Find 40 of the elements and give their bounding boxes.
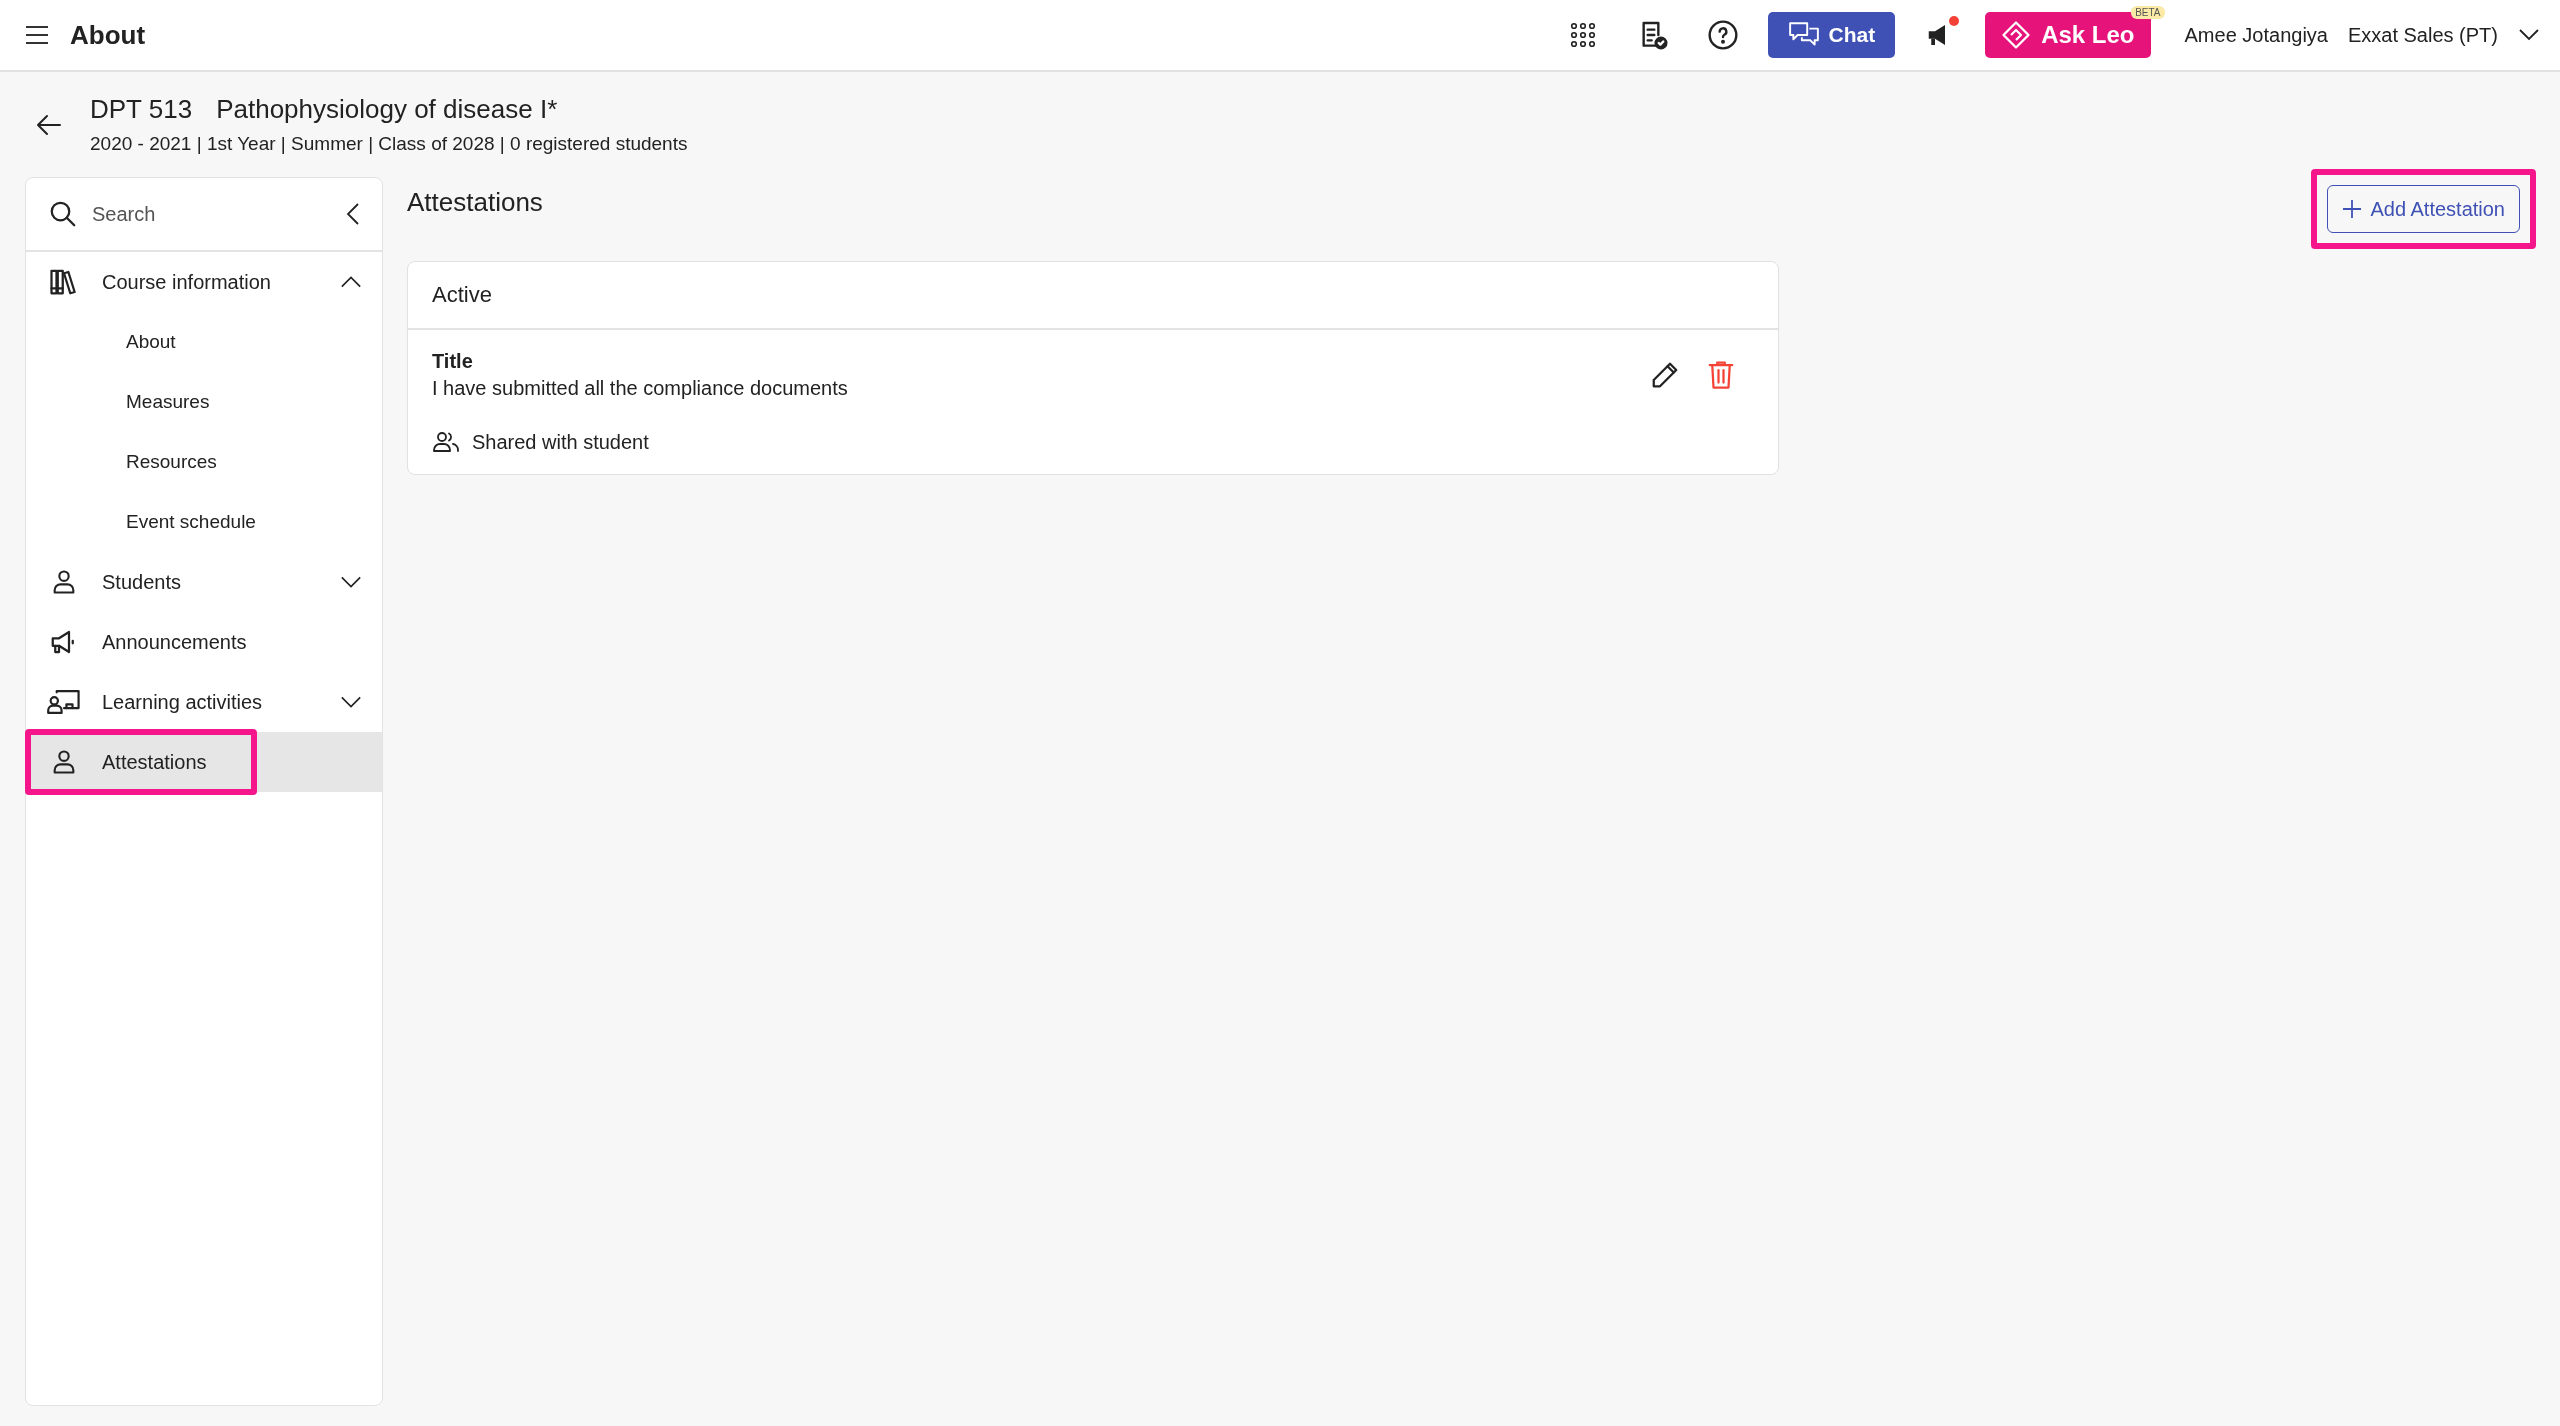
presenter-icon bbox=[47, 687, 81, 717]
nav-subitem[interactable]: Measures bbox=[26, 372, 382, 432]
chevron-up-icon[interactable] bbox=[340, 275, 362, 289]
course-details: 2020 - 2021 | 1st Year | Summer | Class of 2028 | 0 registered students bbox=[90, 133, 688, 155]
attestation-text: I have submitted all the compliance documents bbox=[432, 377, 849, 400]
collapse-chevron-icon[interactable] bbox=[346, 202, 360, 226]
sharing-status: Shared with student bbox=[472, 430, 649, 454]
section-title: Attestations bbox=[407, 187, 543, 218]
menu-icon[interactable] bbox=[24, 24, 50, 46]
books-icon bbox=[49, 267, 79, 297]
chevron-down-icon[interactable] bbox=[340, 695, 362, 709]
chevron-down-icon[interactable] bbox=[2518, 28, 2540, 42]
people-icon bbox=[432, 430, 460, 454]
nav-item[interactable]: Students bbox=[26, 552, 382, 612]
chat-bubbles-icon bbox=[1788, 21, 1821, 49]
page-title: About bbox=[70, 19, 147, 51]
search-icon bbox=[48, 199, 78, 229]
edit-pencil-icon[interactable] bbox=[1650, 360, 1680, 390]
chat-button[interactable]: Chat bbox=[1768, 12, 1896, 58]
back-arrow-icon[interactable] bbox=[36, 113, 62, 136]
card-heading: Active bbox=[408, 262, 1778, 330]
organization-name[interactable]: Exxat Sales (PT) bbox=[2347, 23, 2498, 47]
search-field[interactable]: Search bbox=[90, 201, 334, 227]
nav-item[interactable]: Course information bbox=[26, 252, 382, 312]
trash-icon[interactable] bbox=[1708, 360, 1734, 390]
nav-subitem[interactable]: Resources bbox=[26, 432, 382, 492]
field-label: Title bbox=[432, 350, 474, 373]
chevron-down-icon[interactable] bbox=[340, 575, 362, 589]
plus-icon bbox=[2342, 199, 2363, 219]
course-code: DPT 513 bbox=[90, 94, 193, 125]
nav-subitem[interactable]: About bbox=[26, 312, 382, 372]
add-attestation-button[interactable]: Add Attestation bbox=[2327, 185, 2520, 233]
nav-item[interactable]: Learning activities bbox=[26, 672, 382, 732]
nav-item[interactable]: Attestations bbox=[26, 732, 382, 792]
diamond-logo-icon bbox=[2001, 20, 2032, 50]
nav-item[interactable]: Announcements bbox=[26, 612, 382, 672]
nav-subitem[interactable]: Event schedule bbox=[26, 492, 382, 552]
course-name: Pathophysiology of disease I* bbox=[216, 94, 558, 125]
user-name: Amee Jotangiya bbox=[2184, 23, 2328, 47]
beta-badge: BETA bbox=[2131, 6, 2165, 19]
